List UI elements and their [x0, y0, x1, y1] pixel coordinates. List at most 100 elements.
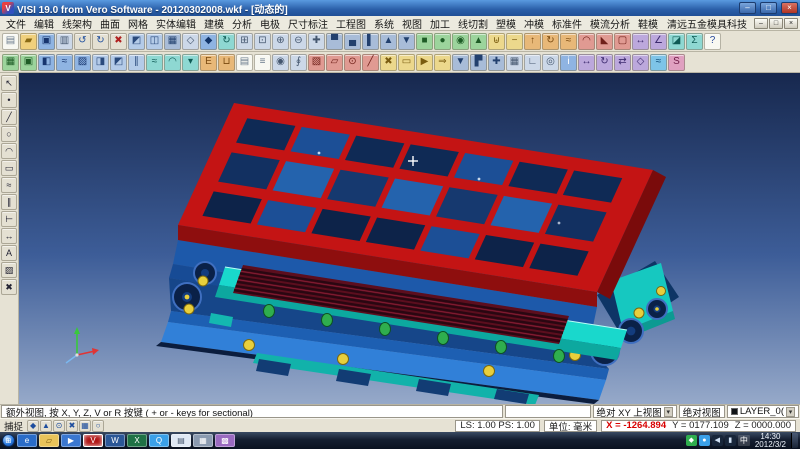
mdi-minimize-button[interactable]: – — [754, 18, 768, 29]
help-icon[interactable]: ? — [704, 33, 721, 50]
menu-item-1[interactable]: 编辑 — [30, 16, 58, 31]
mirror-entity-icon[interactable]: ⇄ — [614, 54, 631, 71]
layer-manager-icon[interactable]: ▦ — [164, 33, 181, 50]
circle-tool-icon[interactable]: ○ — [1, 126, 17, 142]
chamfer-edge-icon[interactable]: ◣ — [596, 33, 613, 50]
menu-item-14[interactable]: 线切割 — [454, 16, 492, 31]
windows-explorer-icon[interactable]: ▱ — [39, 434, 59, 447]
menu-item-16[interactable]: 冲模 — [520, 16, 548, 31]
ejector-pins-icon[interactable]: ∥ — [128, 54, 145, 71]
iso-view-icon[interactable]: ▲ — [380, 33, 397, 50]
menu-item-12[interactable]: 视图 — [398, 16, 426, 31]
menu-item-9[interactable]: 尺寸标注 — [284, 16, 332, 31]
curve-tool-icon[interactable]: ≈ — [1, 177, 17, 193]
gate-design-icon[interactable]: ▾ — [182, 54, 199, 71]
front-view-icon[interactable]: ▄ — [344, 33, 361, 50]
midpoint-snap-icon[interactable]: ▲ — [40, 420, 52, 432]
revolve-icon[interactable]: ↻ — [542, 33, 559, 50]
menu-item-3[interactable]: 曲面 — [96, 16, 124, 31]
visi-cad-icon[interactable]: V — [83, 434, 103, 447]
rotate-entity-icon[interactable]: ↻ — [596, 54, 613, 71]
boolean-subtract-icon[interactable]: − — [506, 33, 523, 50]
dynamic-rotate-icon[interactable]: ↻ — [218, 33, 235, 50]
zoom-out-icon[interactable]: ⊖ — [290, 33, 307, 50]
mdi-close-button[interactable]: × — [784, 18, 798, 29]
calculator-icon[interactable]: ▦ — [193, 434, 213, 447]
scale-entity-icon[interactable]: ◇ — [632, 54, 649, 71]
volume-tray-icon[interactable]: ◀ — [712, 435, 723, 446]
boolean-union-icon[interactable]: ⊎ — [488, 33, 505, 50]
parting-surface-icon[interactable]: ▨ — [74, 54, 91, 71]
lifter-design-icon[interactable]: ◩ — [110, 54, 127, 71]
solid-sphere-icon[interactable]: ◉ — [452, 33, 469, 50]
thread-wizard-icon[interactable]: ∮ — [290, 54, 307, 71]
company-name[interactable]: 清远五金模具科技 — [661, 16, 753, 31]
move-entity-icon[interactable]: ↔ — [578, 54, 595, 71]
ortho-toggle-icon[interactable]: ∟ — [524, 54, 541, 71]
menu-item-6[interactable]: 建模 — [200, 16, 228, 31]
collision-check-icon[interactable]: ✖ — [380, 54, 397, 71]
extrude-icon[interactable]: ↑ — [524, 33, 541, 50]
side-view-icon[interactable]: ▌ — [362, 33, 379, 50]
measure-angle-icon[interactable]: ∠ — [650, 33, 667, 50]
zoom-fit-icon[interactable]: ⊡ — [254, 33, 271, 50]
menu-item-18[interactable]: 模流分析 — [586, 16, 634, 31]
menu-item-2[interactable]: 线架构 — [58, 16, 96, 31]
qq-messenger-icon[interactable]: Q — [149, 434, 169, 447]
selection-filter-icon[interactable]: ◩ — [128, 33, 145, 50]
entity-info-icon[interactable]: i — [560, 54, 577, 71]
grid-snap-icon[interactable]: ▦ — [79, 420, 91, 432]
measure-distance-icon[interactable]: ↔ — [632, 33, 649, 50]
absolute-view-button[interactable]: 绝对视图 — [679, 405, 725, 418]
text-tool-icon[interactable]: A — [1, 245, 17, 261]
open-file-icon[interactable]: ▰ — [20, 33, 37, 50]
wireframe-mode-icon[interactable]: ◇ — [182, 33, 199, 50]
cooling-channels-icon[interactable]: ≈ — [146, 54, 163, 71]
assembly-manager-icon[interactable]: ▦ — [2, 54, 19, 71]
shell-solid-icon[interactable]: ▢ — [614, 33, 631, 50]
zoom-in-icon[interactable]: ⊕ — [272, 33, 289, 50]
view-combo[interactable]: 绝对 XY 上视图 ▾ — [593, 405, 677, 418]
intersection-snap-icon[interactable]: ✖ — [66, 420, 78, 432]
point-tool-icon[interactable]: • — [1, 92, 17, 108]
trim-tool-icon[interactable]: ⊢ — [1, 211, 17, 227]
post-process-icon[interactable]: ⇒ — [434, 54, 451, 71]
notepad-icon[interactable]: ▤ — [171, 434, 191, 447]
shoe-module-icon[interactable]: S — [668, 54, 685, 71]
pan-view-icon[interactable]: ✚ — [308, 33, 325, 50]
maximize-button[interactable]: □ — [760, 2, 777, 14]
electrode-design-icon[interactable]: E — [200, 54, 217, 71]
select-by-box-icon[interactable]: ◫ — [146, 33, 163, 50]
slider-design-icon[interactable]: ◨ — [92, 54, 109, 71]
hole-wizard-icon[interactable]: ◉ — [272, 54, 289, 71]
qq-tray-icon[interactable]: ● — [699, 435, 710, 446]
core-cavity-split-icon[interactable]: ◧ — [38, 54, 55, 71]
rectangle-tool-icon[interactable]: ▭ — [1, 160, 17, 176]
dimension-tool-icon[interactable]: ↔ — [1, 228, 17, 244]
fillet-edge-icon[interactable]: ◠ — [578, 33, 595, 50]
media-player-icon[interactable]: ▶ — [61, 434, 81, 447]
section-view-icon[interactable]: ◪ — [668, 33, 685, 50]
pocket-machining-icon[interactable]: ▧ — [308, 54, 325, 71]
top-view-icon[interactable]: ▀ — [326, 33, 343, 50]
toolpath-simulate-icon[interactable]: ▶ — [416, 54, 433, 71]
bom-list-icon[interactable]: ≡ — [254, 54, 271, 71]
wire-cut-path-icon[interactable]: ╱ — [362, 54, 379, 71]
drilling-cycle-icon[interactable]: ⊙ — [344, 54, 361, 71]
word-icon[interactable]: W — [105, 434, 125, 447]
menu-item-19[interactable]: 鞋模 — [634, 16, 661, 31]
start-button[interactable]: ⊞ — [2, 434, 15, 447]
arc-tool-icon[interactable]: ◠ — [1, 143, 17, 159]
delete-entity-icon[interactable]: ✖ — [110, 33, 127, 50]
redo-icon[interactable]: ↻ — [92, 33, 109, 50]
command-input[interactable] — [505, 405, 591, 418]
tool-library-icon[interactable]: ▼ — [452, 54, 469, 71]
mass-properties-icon[interactable]: Σ — [686, 33, 703, 50]
workplane-icon[interactable]: ▛ — [470, 54, 487, 71]
viewport-3d[interactable] — [19, 73, 800, 404]
close-button[interactable]: × — [781, 2, 798, 14]
drafting-sheet-icon[interactable]: ▤ — [236, 54, 253, 71]
menu-item-8[interactable]: 电极 — [256, 16, 284, 31]
grid-toggle-icon[interactable]: ▦ — [506, 54, 523, 71]
title-bar[interactable]: V VISI 19.0 from Vero Software - 2012030… — [0, 0, 800, 16]
